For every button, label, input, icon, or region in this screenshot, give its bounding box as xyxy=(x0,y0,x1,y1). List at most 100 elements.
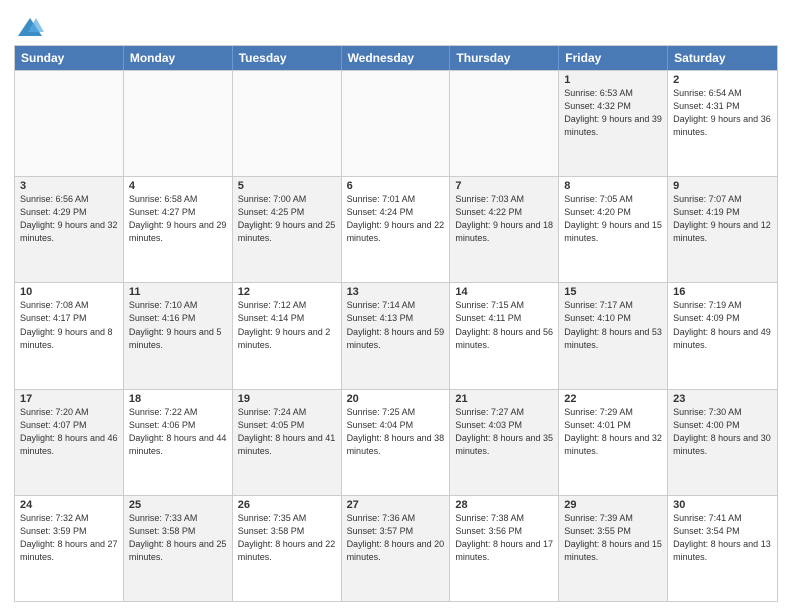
day-number: 5 xyxy=(238,180,336,192)
day-info: Sunrise: 7:36 AM Sunset: 3:57 PM Dayligh… xyxy=(347,512,445,564)
day-number: 7 xyxy=(455,180,553,192)
logo-icon xyxy=(16,14,44,42)
calendar-cell-16: 16Sunrise: 7:19 AM Sunset: 4:09 PM Dayli… xyxy=(668,283,777,388)
day-info: Sunrise: 7:17 AM Sunset: 4:10 PM Dayligh… xyxy=(564,299,662,351)
calendar-cell-empty-0-0 xyxy=(15,71,124,176)
day-number: 25 xyxy=(129,499,227,511)
calendar-cell-6: 6Sunrise: 7:01 AM Sunset: 4:24 PM Daylig… xyxy=(342,177,451,282)
header xyxy=(14,10,778,39)
day-info: Sunrise: 6:56 AM Sunset: 4:29 PM Dayligh… xyxy=(20,193,118,245)
day-number: 16 xyxy=(673,286,772,298)
calendar-cell-23: 23Sunrise: 7:30 AM Sunset: 4:00 PM Dayli… xyxy=(668,390,777,495)
day-info: Sunrise: 7:03 AM Sunset: 4:22 PM Dayligh… xyxy=(455,193,553,245)
calendar-cell-30: 30Sunrise: 7:41 AM Sunset: 3:54 PM Dayli… xyxy=(668,496,777,601)
day-info: Sunrise: 7:01 AM Sunset: 4:24 PM Dayligh… xyxy=(347,193,445,245)
day-info: Sunrise: 7:08 AM Sunset: 4:17 PM Dayligh… xyxy=(20,299,118,351)
calendar-cell-28: 28Sunrise: 7:38 AM Sunset: 3:56 PM Dayli… xyxy=(450,496,559,601)
calendar-cell-8: 8Sunrise: 7:05 AM Sunset: 4:20 PM Daylig… xyxy=(559,177,668,282)
header-day-monday: Monday xyxy=(124,46,233,70)
day-number: 22 xyxy=(564,393,662,405)
day-number: 19 xyxy=(238,393,336,405)
header-day-friday: Friday xyxy=(559,46,668,70)
day-info: Sunrise: 7:22 AM Sunset: 4:06 PM Dayligh… xyxy=(129,406,227,458)
calendar-cell-21: 21Sunrise: 7:27 AM Sunset: 4:03 PM Dayli… xyxy=(450,390,559,495)
day-info: Sunrise: 7:15 AM Sunset: 4:11 PM Dayligh… xyxy=(455,299,553,351)
calendar-cell-22: 22Sunrise: 7:29 AM Sunset: 4:01 PM Dayli… xyxy=(559,390,668,495)
day-info: Sunrise: 6:53 AM Sunset: 4:32 PM Dayligh… xyxy=(564,87,662,139)
day-info: Sunrise: 7:29 AM Sunset: 4:01 PM Dayligh… xyxy=(564,406,662,458)
header-day-sunday: Sunday xyxy=(15,46,124,70)
calendar-cell-29: 29Sunrise: 7:39 AM Sunset: 3:55 PM Dayli… xyxy=(559,496,668,601)
day-info: Sunrise: 7:32 AM Sunset: 3:59 PM Dayligh… xyxy=(20,512,118,564)
day-number: 12 xyxy=(238,286,336,298)
calendar-cell-10: 10Sunrise: 7:08 AM Sunset: 4:17 PM Dayli… xyxy=(15,283,124,388)
day-number: 1 xyxy=(564,74,662,86)
logo xyxy=(14,14,44,39)
calendar-cell-27: 27Sunrise: 7:36 AM Sunset: 3:57 PM Dayli… xyxy=(342,496,451,601)
calendar-cell-3: 3Sunrise: 6:56 AM Sunset: 4:29 PM Daylig… xyxy=(15,177,124,282)
day-info: Sunrise: 7:12 AM Sunset: 4:14 PM Dayligh… xyxy=(238,299,336,351)
calendar-body: 1Sunrise: 6:53 AM Sunset: 4:32 PM Daylig… xyxy=(15,70,777,601)
day-info: Sunrise: 6:58 AM Sunset: 4:27 PM Dayligh… xyxy=(129,193,227,245)
day-number: 23 xyxy=(673,393,772,405)
calendar-cell-17: 17Sunrise: 7:20 AM Sunset: 4:07 PM Dayli… xyxy=(15,390,124,495)
calendar-cell-13: 13Sunrise: 7:14 AM Sunset: 4:13 PM Dayli… xyxy=(342,283,451,388)
calendar-cell-11: 11Sunrise: 7:10 AM Sunset: 4:16 PM Dayli… xyxy=(124,283,233,388)
calendar-cell-15: 15Sunrise: 7:17 AM Sunset: 4:10 PM Dayli… xyxy=(559,283,668,388)
day-info: Sunrise: 7:41 AM Sunset: 3:54 PM Dayligh… xyxy=(673,512,772,564)
day-info: Sunrise: 7:14 AM Sunset: 4:13 PM Dayligh… xyxy=(347,299,445,351)
day-number: 8 xyxy=(564,180,662,192)
calendar-cell-20: 20Sunrise: 7:25 AM Sunset: 4:04 PM Dayli… xyxy=(342,390,451,495)
calendar-row-5: 24Sunrise: 7:32 AM Sunset: 3:59 PM Dayli… xyxy=(15,495,777,601)
calendar-cell-empty-0-3 xyxy=(342,71,451,176)
day-info: Sunrise: 7:27 AM Sunset: 4:03 PM Dayligh… xyxy=(455,406,553,458)
day-number: 6 xyxy=(347,180,445,192)
calendar-cell-7: 7Sunrise: 7:03 AM Sunset: 4:22 PM Daylig… xyxy=(450,177,559,282)
calendar: SundayMondayTuesdayWednesdayThursdayFrid… xyxy=(14,45,778,602)
calendar-cell-9: 9Sunrise: 7:07 AM Sunset: 4:19 PM Daylig… xyxy=(668,177,777,282)
day-info: Sunrise: 7:00 AM Sunset: 4:25 PM Dayligh… xyxy=(238,193,336,245)
day-number: 29 xyxy=(564,499,662,511)
day-number: 3 xyxy=(20,180,118,192)
calendar-row-4: 17Sunrise: 7:20 AM Sunset: 4:07 PM Dayli… xyxy=(15,389,777,495)
day-info: Sunrise: 7:35 AM Sunset: 3:58 PM Dayligh… xyxy=(238,512,336,564)
day-info: Sunrise: 7:25 AM Sunset: 4:04 PM Dayligh… xyxy=(347,406,445,458)
day-number: 30 xyxy=(673,499,772,511)
calendar-cell-1: 1Sunrise: 6:53 AM Sunset: 4:32 PM Daylig… xyxy=(559,71,668,176)
day-info: Sunrise: 7:30 AM Sunset: 4:00 PM Dayligh… xyxy=(673,406,772,458)
day-number: 2 xyxy=(673,74,772,86)
calendar-cell-5: 5Sunrise: 7:00 AM Sunset: 4:25 PM Daylig… xyxy=(233,177,342,282)
day-number: 17 xyxy=(20,393,118,405)
day-info: Sunrise: 7:24 AM Sunset: 4:05 PM Dayligh… xyxy=(238,406,336,458)
day-info: Sunrise: 6:54 AM Sunset: 4:31 PM Dayligh… xyxy=(673,87,772,139)
calendar-cell-empty-0-4 xyxy=(450,71,559,176)
day-number: 26 xyxy=(238,499,336,511)
header-day-wednesday: Wednesday xyxy=(342,46,451,70)
calendar-cell-12: 12Sunrise: 7:12 AM Sunset: 4:14 PM Dayli… xyxy=(233,283,342,388)
header-day-thursday: Thursday xyxy=(450,46,559,70)
day-number: 4 xyxy=(129,180,227,192)
day-info: Sunrise: 7:20 AM Sunset: 4:07 PM Dayligh… xyxy=(20,406,118,458)
day-number: 28 xyxy=(455,499,553,511)
day-number: 27 xyxy=(347,499,445,511)
day-number: 21 xyxy=(455,393,553,405)
calendar-cell-26: 26Sunrise: 7:35 AM Sunset: 3:58 PM Dayli… xyxy=(233,496,342,601)
day-info: Sunrise: 7:10 AM Sunset: 4:16 PM Dayligh… xyxy=(129,299,227,351)
day-info: Sunrise: 7:38 AM Sunset: 3:56 PM Dayligh… xyxy=(455,512,553,564)
day-number: 10 xyxy=(20,286,118,298)
calendar-cell-2: 2Sunrise: 6:54 AM Sunset: 4:31 PM Daylig… xyxy=(668,71,777,176)
header-day-saturday: Saturday xyxy=(668,46,777,70)
day-info: Sunrise: 7:19 AM Sunset: 4:09 PM Dayligh… xyxy=(673,299,772,351)
calendar-cell-4: 4Sunrise: 6:58 AM Sunset: 4:27 PM Daylig… xyxy=(124,177,233,282)
day-info: Sunrise: 7:39 AM Sunset: 3:55 PM Dayligh… xyxy=(564,512,662,564)
day-number: 18 xyxy=(129,393,227,405)
day-number: 11 xyxy=(129,286,227,298)
page: SundayMondayTuesdayWednesdayThursdayFrid… xyxy=(0,0,792,612)
calendar-cell-25: 25Sunrise: 7:33 AM Sunset: 3:58 PM Dayli… xyxy=(124,496,233,601)
calendar-cell-14: 14Sunrise: 7:15 AM Sunset: 4:11 PM Dayli… xyxy=(450,283,559,388)
calendar-header: SundayMondayTuesdayWednesdayThursdayFrid… xyxy=(15,46,777,70)
day-number: 15 xyxy=(564,286,662,298)
calendar-row-2: 3Sunrise: 6:56 AM Sunset: 4:29 PM Daylig… xyxy=(15,176,777,282)
day-info: Sunrise: 7:33 AM Sunset: 3:58 PM Dayligh… xyxy=(129,512,227,564)
day-number: 24 xyxy=(20,499,118,511)
